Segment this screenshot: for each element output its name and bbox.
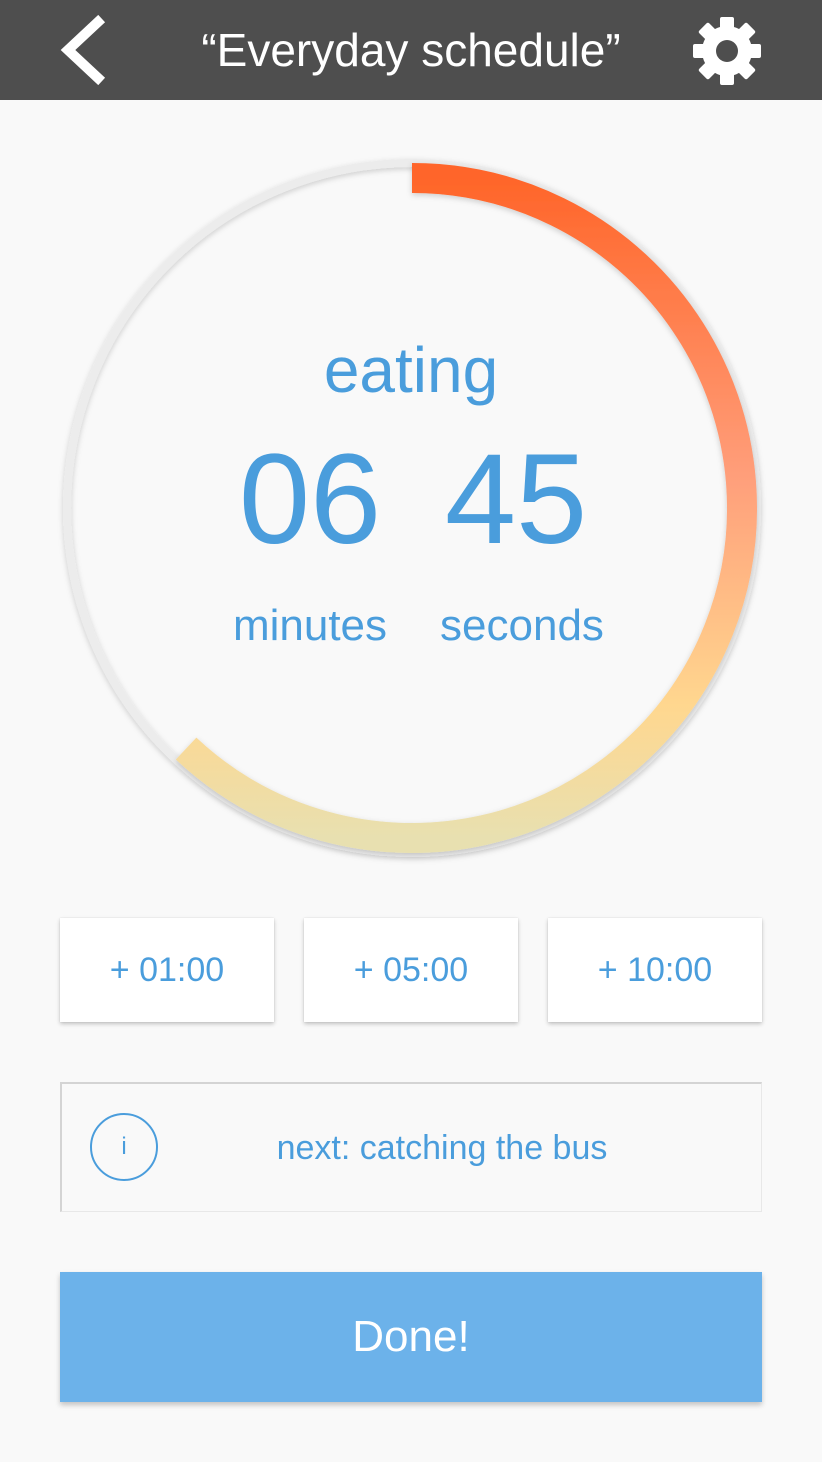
add-ten-minutes-button[interactable]: + 10:00: [548, 918, 762, 1022]
back-button[interactable]: [48, 10, 118, 90]
minutes-value: 06: [238, 428, 382, 571]
next-activity-panel: i next: catching the bus: [60, 1082, 762, 1212]
minutes-label: minutes: [232, 601, 388, 650]
chevron-left-icon: [60, 14, 106, 86]
info-icon[interactable]: i: [90, 1113, 158, 1181]
seconds-value: 45: [444, 428, 588, 571]
done-button[interactable]: Done!: [60, 1272, 762, 1402]
top-app-bar: “Everyday schedule”: [0, 0, 822, 100]
seconds-label: seconds: [440, 601, 604, 650]
next-activity-text: next: catching the bus: [276, 1129, 608, 1167]
gear-icon: [693, 17, 761, 85]
timer-ring: [63, 159, 761, 857]
add-five-minutes-button[interactable]: + 05:00: [304, 918, 518, 1022]
add-one-minute-button[interactable]: + 01:00: [60, 918, 274, 1022]
page-title: “Everyday schedule”: [201, 24, 621, 76]
current-activity-label: eating: [323, 334, 499, 406]
settings-button[interactable]: [688, 14, 766, 88]
